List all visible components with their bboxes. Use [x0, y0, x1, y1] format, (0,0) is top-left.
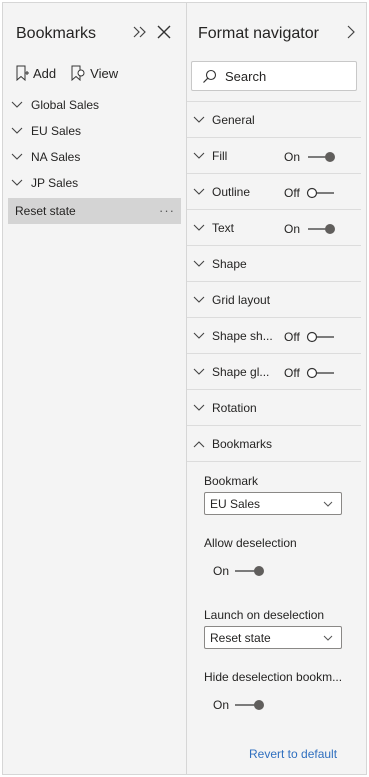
section-text[interactable]: Text On — [187, 210, 361, 246]
toggle-on-icon — [308, 224, 335, 234]
toggle-state-label: On — [284, 222, 301, 236]
search-icon — [203, 69, 217, 83]
app-frame: Bookmarks Add View Global Sales EU Sales… — [2, 2, 367, 775]
revert-to-default-link[interactable]: Revert to default — [249, 747, 337, 761]
format-navigator-title: Format navigator — [198, 25, 319, 42]
outline-toggle[interactable]: Off — [284, 186, 336, 200]
toggle-state-label: On — [284, 150, 301, 164]
section-label: Outline — [212, 184, 251, 199]
section-label: General — [212, 112, 255, 127]
double-chevron-right-icon[interactable] — [131, 23, 149, 41]
bookmark-item-label: Global Sales — [31, 98, 100, 112]
close-icon[interactable] — [156, 24, 172, 40]
chevron-down-icon — [193, 116, 205, 123]
section-label: Text — [212, 220, 235, 235]
chevron-down-icon[interactable] — [11, 179, 23, 187]
search-placeholder: Search — [225, 68, 267, 84]
section-outline[interactable]: Outline Off — [187, 174, 361, 210]
hide-deselection-label: Hide deselection bookm... — [204, 670, 343, 684]
search-input[interactable]: Search — [191, 61, 357, 91]
toggle-on-icon — [308, 152, 335, 162]
toggle-on-icon — [235, 700, 264, 710]
section-label: Shape gl... — [212, 364, 270, 379]
bookmark-item-label: JP Sales — [31, 176, 79, 190]
section-label: Shape — [212, 256, 247, 271]
chevron-down-icon[interactable] — [11, 101, 23, 109]
bookmark-add-icon — [16, 65, 29, 81]
toggle-on-icon — [235, 566, 264, 576]
section-label: Grid layout — [212, 292, 271, 307]
add-bookmark-label: Add — [33, 65, 57, 81]
allow-deselection-label: Allow deselection — [204, 536, 297, 550]
bookmark-item-reset-state[interactable]: Reset state ··· — [8, 198, 181, 224]
bookmark-item-label: EU Sales — [31, 124, 82, 138]
toggle-state-label: On — [213, 698, 230, 712]
section-label: Bookmarks — [212, 436, 273, 451]
toggle-state-label: Off — [284, 330, 300, 344]
bookmark-item-label: Reset state — [15, 204, 76, 218]
section-label: Fill — [212, 148, 228, 163]
chevron-down-icon — [193, 188, 205, 195]
bookmark-select[interactable]: EU Sales — [204, 492, 342, 515]
section-bookmarks[interactable]: Bookmarks — [187, 426, 361, 462]
add-bookmark-button[interactable]: Add — [15, 65, 56, 81]
toggle-off-icon — [306, 187, 334, 199]
text-toggle[interactable]: On — [284, 222, 336, 236]
allow-deselection-toggle[interactable]: On — [213, 564, 265, 578]
bookmark-select-value: EU Sales — [210, 496, 261, 511]
bookmarks-pane: Bookmarks Add View Global Sales EU Sales… — [3, 3, 186, 774]
chevron-down-icon[interactable] — [11, 127, 23, 135]
toggle-state-label: Off — [284, 366, 300, 380]
bookmark-view-icon — [71, 65, 85, 81]
bookmark-item-na-sales[interactable]: NA Sales — [8, 144, 181, 170]
view-bookmarks-button[interactable]: View — [70, 65, 118, 81]
bookmark-item-eu-sales[interactable]: EU Sales — [8, 118, 181, 144]
shape-shadow-toggle[interactable]: Off — [284, 330, 336, 344]
toggle-state-label: Off — [284, 186, 300, 200]
chevron-up-icon — [193, 440, 205, 447]
section-shape[interactable]: Shape — [187, 246, 361, 282]
bookmarks-pane-title: Bookmarks — [16, 25, 97, 42]
bookmark-item-label: NA Sales — [31, 150, 81, 164]
hide-deselection-toggle[interactable]: On — [213, 698, 265, 712]
bookmark-item-global-sales[interactable]: Global Sales — [8, 92, 181, 118]
chevron-down-icon — [193, 152, 205, 159]
chevron-down-icon — [323, 501, 333, 507]
section-fill[interactable]: Fill On — [187, 138, 361, 174]
section-label: Rotation — [212, 400, 257, 415]
section-shape-shadow[interactable]: Shape sh... Off — [187, 318, 361, 354]
chevron-down-icon — [193, 368, 205, 375]
format-navigator-pane: Format navigator Search General Fill On — [187, 3, 366, 774]
shape-glow-toggle[interactable]: Off — [284, 366, 336, 380]
chevron-down-icon — [193, 404, 205, 411]
bookmark-field-label: Bookmark — [204, 474, 259, 488]
bookmarks-toolbar: Add View — [15, 65, 132, 81]
format-sections-list: General Fill On Outline Off Text On Shap… — [187, 101, 361, 462]
chevron-down-icon — [193, 296, 205, 303]
section-label: Shape sh... — [212, 328, 273, 343]
fill-toggle[interactable]: On — [284, 150, 336, 164]
section-grid-layout[interactable]: Grid layout — [187, 282, 361, 318]
launch-select-value: Reset state — [210, 630, 271, 645]
section-rotation[interactable]: Rotation — [187, 390, 361, 426]
section-general[interactable]: General — [187, 102, 361, 138]
bookmark-item-jp-sales[interactable]: JP Sales — [8, 170, 181, 196]
view-bookmarks-label: View — [90, 65, 119, 81]
chevron-down-icon[interactable] — [11, 153, 23, 161]
bookmarks-list: Global Sales EU Sales NA Sales JP Sales … — [8, 92, 181, 224]
more-options-icon[interactable]: ··· — [159, 203, 175, 218]
launch-on-deselection-select[interactable]: Reset state — [204, 626, 342, 649]
chevron-down-icon — [193, 224, 205, 231]
chevron-down-icon — [323, 635, 333, 641]
section-shape-glow[interactable]: Shape gl... Off — [187, 354, 361, 390]
toggle-off-icon — [306, 331, 334, 343]
chevron-right-icon[interactable] — [344, 24, 358, 40]
chevron-down-icon — [193, 332, 205, 339]
launch-on-deselection-label: Launch on deselection — [204, 608, 325, 622]
chevron-down-icon — [193, 260, 205, 267]
toggle-off-icon — [306, 367, 334, 379]
toggle-state-label: On — [213, 564, 230, 578]
